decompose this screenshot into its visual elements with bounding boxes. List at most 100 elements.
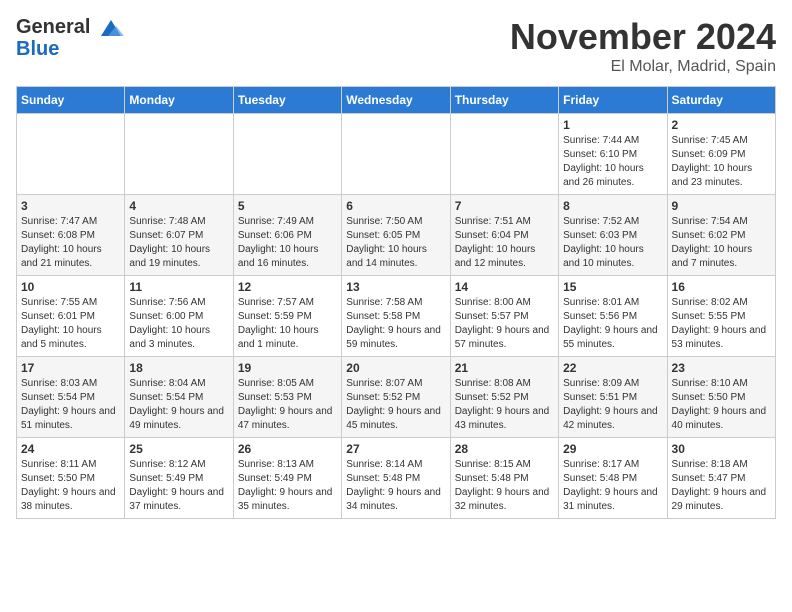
- day-info: Sunrise: 8:05 AM Sunset: 5:53 PM Dayligh…: [238, 377, 337, 433]
- title-area: November 2024 El Molar, Madrid, Spain: [510, 16, 776, 76]
- day-info: Sunrise: 8:14 AM Sunset: 5:48 PM Dayligh…: [346, 458, 445, 514]
- calendar-cell: 20Sunrise: 8:07 AM Sunset: 5:52 PM Dayli…: [342, 357, 450, 438]
- day-info: Sunrise: 7:47 AM Sunset: 6:08 PM Dayligh…: [21, 215, 120, 271]
- calendar-cell: [450, 114, 558, 195]
- day-number: 3: [21, 199, 120, 213]
- day-info: Sunrise: 7:57 AM Sunset: 5:59 PM Dayligh…: [238, 296, 337, 352]
- day-number: 9: [672, 199, 771, 213]
- week-row-2: 3 Sunrise: 7:47 AM Sunset: 6:08 PM Daylig…: [17, 195, 776, 276]
- week-row-3: 10 Sunrise: 7:55 AM Sunset: 6:01 PM Dayli…: [17, 276, 776, 357]
- calendar-cell: 11 Sunrise: 7:56 AM Sunset: 6:00 PM Dayli…: [125, 276, 233, 357]
- day-number: 15: [563, 280, 662, 294]
- logo-blue: Blue: [16, 38, 126, 60]
- day-info: Sunrise: 8:08 AM Sunset: 5:52 PM Dayligh…: [455, 377, 554, 433]
- header: General Blue November 2024 El Molar, Mad…: [16, 16, 776, 76]
- day-number: 26: [238, 442, 337, 456]
- logo: General Blue: [16, 16, 126, 60]
- day-info: Sunrise: 7:52 AM Sunset: 6:03 PM Dayligh…: [563, 215, 662, 271]
- week-row-4: 17 Sunrise: 8:03 AM Sunset: 5:54 PM Dayli…: [17, 357, 776, 438]
- week-row-1: 1 Sunrise: 7:44 AM Sunset: 6:10 PM Daylig…: [17, 114, 776, 195]
- day-number: 28: [455, 442, 554, 456]
- day-info: Sunrise: 8:17 AM Sunset: 5:48 PM Dayligh…: [563, 458, 662, 514]
- logo-text: General Blue: [16, 16, 126, 60]
- day-info: Sunrise: 8:01 AM Sunset: 5:56 PM Dayligh…: [563, 296, 662, 352]
- day-number: 5: [238, 199, 337, 213]
- day-info: Sunrise: 7:55 AM Sunset: 6:01 PM Dayligh…: [21, 296, 120, 352]
- day-number: 30: [672, 442, 771, 456]
- day-info: Sunrise: 7:58 AM Sunset: 5:58 PM Dayligh…: [346, 296, 445, 352]
- day-number: 27: [346, 442, 445, 456]
- calendar-cell: 29 Sunrise: 8:17 AM Sunset: 5:48 PM Dayli…: [559, 438, 667, 519]
- calendar-cell: 18Sunrise: 8:04 AM Sunset: 5:54 PM Dayli…: [125, 357, 233, 438]
- day-number: 25: [129, 442, 228, 456]
- calendar-cell: 14 Sunrise: 8:00 AM Sunset: 5:57 PM Dayli…: [450, 276, 558, 357]
- day-number: 16: [672, 280, 771, 294]
- calendar-cell: [233, 114, 341, 195]
- calendar-cell: 17 Sunrise: 8:03 AM Sunset: 5:54 PM Dayli…: [17, 357, 125, 438]
- day-info: Sunrise: 8:15 AM Sunset: 5:48 PM Dayligh…: [455, 458, 554, 514]
- day-info: Sunrise: 7:56 AM Sunset: 6:00 PM Dayligh…: [129, 296, 228, 352]
- calendar-cell: 5Sunrise: 7:49 AM Sunset: 6:06 PM Daylig…: [233, 195, 341, 276]
- calendar-cell: 16 Sunrise: 8:02 AM Sunset: 5:55 PM Dayli…: [667, 276, 775, 357]
- day-number: 6: [346, 199, 445, 213]
- day-info: Sunrise: 8:10 AM Sunset: 5:50 PM Dayligh…: [672, 377, 771, 433]
- day-info: Sunrise: 8:13 AM Sunset: 5:49 PM Dayligh…: [238, 458, 337, 514]
- calendar-cell: 19 Sunrise: 8:05 AM Sunset: 5:53 PM Dayli…: [233, 357, 341, 438]
- weekday-header-thursday: Thursday: [450, 87, 558, 114]
- day-info: Sunrise: 8:12 AM Sunset: 5:49 PM Dayligh…: [129, 458, 228, 514]
- calendar-cell: 1 Sunrise: 7:44 AM Sunset: 6:10 PM Daylig…: [559, 114, 667, 195]
- day-info: Sunrise: 7:50 AM Sunset: 6:05 PM Dayligh…: [346, 215, 445, 271]
- day-info: Sunrise: 8:11 AM Sunset: 5:50 PM Dayligh…: [21, 458, 120, 514]
- calendar-cell: 26 Sunrise: 8:13 AM Sunset: 5:49 PM Dayli…: [233, 438, 341, 519]
- day-number: 17: [21, 361, 120, 375]
- day-number: 29: [563, 442, 662, 456]
- calendar-cell: 15 Sunrise: 8:01 AM Sunset: 5:56 PM Dayli…: [559, 276, 667, 357]
- day-info: Sunrise: 7:45 AM Sunset: 6:09 PM Dayligh…: [672, 134, 771, 190]
- calendar-cell: 13 Sunrise: 7:58 AM Sunset: 5:58 PM Dayli…: [342, 276, 450, 357]
- day-number: 22: [563, 361, 662, 375]
- weekday-header-row: SundayMondayTuesdayWednesdayThursdayFrid…: [17, 87, 776, 114]
- day-number: 10: [21, 280, 120, 294]
- weekday-header-sunday: Sunday: [17, 87, 125, 114]
- day-info: Sunrise: 7:51 AM Sunset: 6:04 PM Dayligh…: [455, 215, 554, 271]
- day-number: 11: [129, 280, 228, 294]
- day-info: Sunrise: 8:02 AM Sunset: 5:55 PM Dayligh…: [672, 296, 771, 352]
- calendar-cell: 7Sunrise: 7:51 AM Sunset: 6:04 PM Daylig…: [450, 195, 558, 276]
- day-number: 14: [455, 280, 554, 294]
- weekday-header-tuesday: Tuesday: [233, 87, 341, 114]
- calendar-cell: 8 Sunrise: 7:52 AM Sunset: 6:03 PM Daylig…: [559, 195, 667, 276]
- day-info: Sunrise: 8:00 AM Sunset: 5:57 PM Dayligh…: [455, 296, 554, 352]
- day-number: 18: [129, 361, 228, 375]
- calendar-table: SundayMondayTuesdayWednesdayThursdayFrid…: [16, 86, 776, 519]
- day-info: Sunrise: 8:09 AM Sunset: 5:51 PM Dayligh…: [563, 377, 662, 433]
- weekday-header-monday: Monday: [125, 87, 233, 114]
- day-number: 13: [346, 280, 445, 294]
- day-number: 23: [672, 361, 771, 375]
- calendar-cell: 10 Sunrise: 7:55 AM Sunset: 6:01 PM Dayli…: [17, 276, 125, 357]
- weekday-header-saturday: Saturday: [667, 87, 775, 114]
- calendar-cell: [125, 114, 233, 195]
- calendar-cell: 30Sunrise: 8:18 AM Sunset: 5:47 PM Dayli…: [667, 438, 775, 519]
- day-info: Sunrise: 7:54 AM Sunset: 6:02 PM Dayligh…: [672, 215, 771, 271]
- day-number: 19: [238, 361, 337, 375]
- calendar-cell: [17, 114, 125, 195]
- day-info: Sunrise: 8:07 AM Sunset: 5:52 PM Dayligh…: [346, 377, 445, 433]
- day-number: 1: [563, 118, 662, 132]
- calendar-cell: 3 Sunrise: 7:47 AM Sunset: 6:08 PM Daylig…: [17, 195, 125, 276]
- calendar-cell: 2 Sunrise: 7:45 AM Sunset: 6:09 PM Daylig…: [667, 114, 775, 195]
- week-row-5: 24Sunrise: 8:11 AM Sunset: 5:50 PM Dayli…: [17, 438, 776, 519]
- calendar-cell: 23 Sunrise: 8:10 AM Sunset: 5:50 PM Dayli…: [667, 357, 775, 438]
- calendar-cell: 27 Sunrise: 8:14 AM Sunset: 5:48 PM Dayli…: [342, 438, 450, 519]
- location-title: El Molar, Madrid, Spain: [510, 58, 776, 76]
- calendar-cell: 24Sunrise: 8:11 AM Sunset: 5:50 PM Dayli…: [17, 438, 125, 519]
- calendar-cell: 25 Sunrise: 8:12 AM Sunset: 5:49 PM Dayli…: [125, 438, 233, 519]
- day-number: 21: [455, 361, 554, 375]
- calendar-cell: 22 Sunrise: 8:09 AM Sunset: 5:51 PM Dayli…: [559, 357, 667, 438]
- day-number: 8: [563, 199, 662, 213]
- calendar-cell: 21 Sunrise: 8:08 AM Sunset: 5:52 PM Dayli…: [450, 357, 558, 438]
- calendar-cell: 6 Sunrise: 7:50 AM Sunset: 6:05 PM Daylig…: [342, 195, 450, 276]
- calendar-cell: 4Sunrise: 7:48 AM Sunset: 6:07 PM Daylig…: [125, 195, 233, 276]
- day-info: Sunrise: 8:03 AM Sunset: 5:54 PM Dayligh…: [21, 377, 120, 433]
- day-number: 2: [672, 118, 771, 132]
- day-info: Sunrise: 7:44 AM Sunset: 6:10 PM Dayligh…: [563, 134, 662, 190]
